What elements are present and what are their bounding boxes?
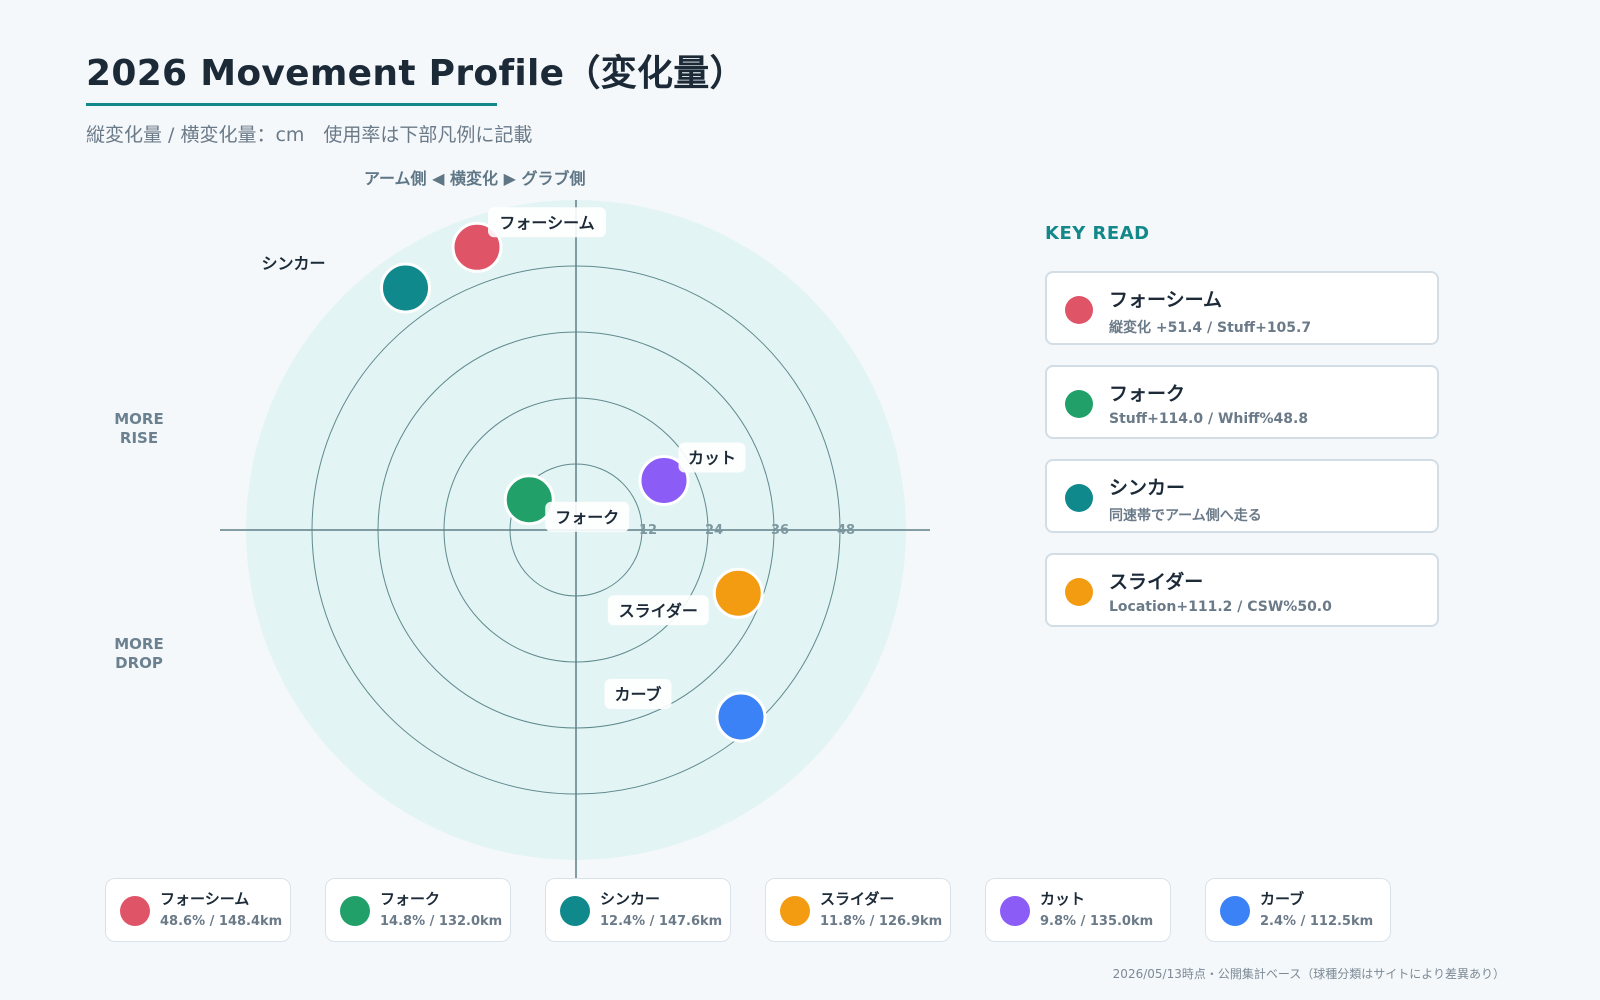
key-read-detail: 同速帯でアーム側へ走る bbox=[1109, 508, 1262, 524]
point-label: フォーシーム bbox=[499, 213, 594, 232]
legend-color-dot bbox=[120, 896, 150, 926]
legend-pitch-name: シンカー bbox=[600, 890, 661, 908]
ring-tick-label: 48 bbox=[837, 523, 855, 538]
point-5 bbox=[712, 567, 764, 619]
legend-item: フォーク 14.8% / 132.0km bbox=[325, 878, 511, 942]
legend-pitch-name: カーブ bbox=[1260, 890, 1305, 908]
point-label: スライダー bbox=[619, 601, 698, 620]
legend-pitch-name: スライダー bbox=[820, 890, 895, 908]
pitch-color-dot bbox=[1065, 296, 1093, 324]
key-read-card: シンカー同速帯でアーム側へ走る bbox=[1045, 459, 1439, 533]
key-read-pitch-name: フォーシーム bbox=[1109, 289, 1223, 311]
legend-item: カット 9.8% / 135.0km bbox=[985, 878, 1171, 942]
point-label: カット bbox=[688, 449, 736, 468]
legend-item: スライダー 11.8% / 126.9km bbox=[765, 878, 951, 942]
legend-color-dot bbox=[1220, 896, 1250, 926]
point-label: カーブ bbox=[614, 685, 661, 704]
key-read-heading: KEY READ bbox=[1045, 223, 1150, 244]
key-read-pitch-name: シンカー bbox=[1109, 477, 1186, 499]
legend-usage-velocity: 2.4% / 112.5km bbox=[1260, 914, 1374, 929]
point-2 bbox=[380, 262, 431, 314]
legend-usage-velocity: 11.8% / 126.9km bbox=[820, 914, 943, 929]
pitch-color-dot bbox=[1065, 484, 1093, 512]
legend-item: シンカー 12.4% / 147.6km bbox=[545, 878, 731, 942]
key-read-card: スライダー Location+111.2 / CSW%50.0 bbox=[1045, 553, 1439, 627]
point-label: シンカー bbox=[261, 254, 325, 273]
legend-usage-velocity: 48.6% / 148.4km bbox=[160, 914, 283, 929]
ring-tick-label: 36 bbox=[771, 523, 789, 538]
legend-pitch-name: フォーシーム bbox=[160, 890, 250, 908]
pitch-color-dot bbox=[1065, 390, 1093, 418]
legend-color-dot bbox=[780, 896, 810, 926]
legend-item: カーブ 2.4% / 112.5km bbox=[1205, 878, 1391, 942]
ring-tick-label: 12 bbox=[639, 523, 657, 538]
ring-tick-label: 24 bbox=[705, 523, 723, 538]
legend-color-dot bbox=[1000, 896, 1030, 926]
legend-usage-velocity: 9.8% / 135.0km bbox=[1040, 914, 1154, 929]
legend-pitch-name: カット bbox=[1040, 890, 1086, 908]
key-read-card: フォーク Stuff+114.0 / Whiff%48.8 bbox=[1045, 365, 1439, 439]
point-6 bbox=[715, 691, 767, 743]
key-read-detail: Location+111.2 / CSW%50.0 bbox=[1109, 599, 1332, 615]
legend-color-dot bbox=[340, 896, 370, 926]
point-label: フォーク bbox=[555, 508, 619, 527]
movement-chart: 12 24 36 48 フォーシームシンカーカットフォークスライダーカーブ bbox=[220, 200, 930, 880]
legend-usage-velocity: 12.4% / 147.6km bbox=[600, 914, 723, 929]
legend-item: フォーシーム 48.6% / 148.4km bbox=[105, 878, 291, 942]
legend-pitch-name: フォーク bbox=[380, 890, 441, 908]
key-read-detail: Stuff+114.0 / Whiff%48.8 bbox=[1109, 411, 1309, 427]
key-read-pitch-name: フォーク bbox=[1109, 383, 1186, 405]
pitch-color-dot bbox=[1065, 578, 1093, 606]
key-read-card: フォーシーム縦変化 +51.4 / Stuff+105.7 bbox=[1045, 271, 1439, 345]
key-read-detail: 縦変化 +51.4 / Stuff+105.7 bbox=[1109, 320, 1312, 336]
legend-usage-velocity: 14.8% / 132.0km bbox=[380, 914, 503, 929]
footnote: 2026/05/13時点・公開集計ベース（球種分類はサイトにより差異あり） bbox=[1112, 967, 1505, 981]
legend-color-dot bbox=[560, 896, 590, 926]
key-read-pitch-name: スライダー bbox=[1109, 571, 1204, 593]
